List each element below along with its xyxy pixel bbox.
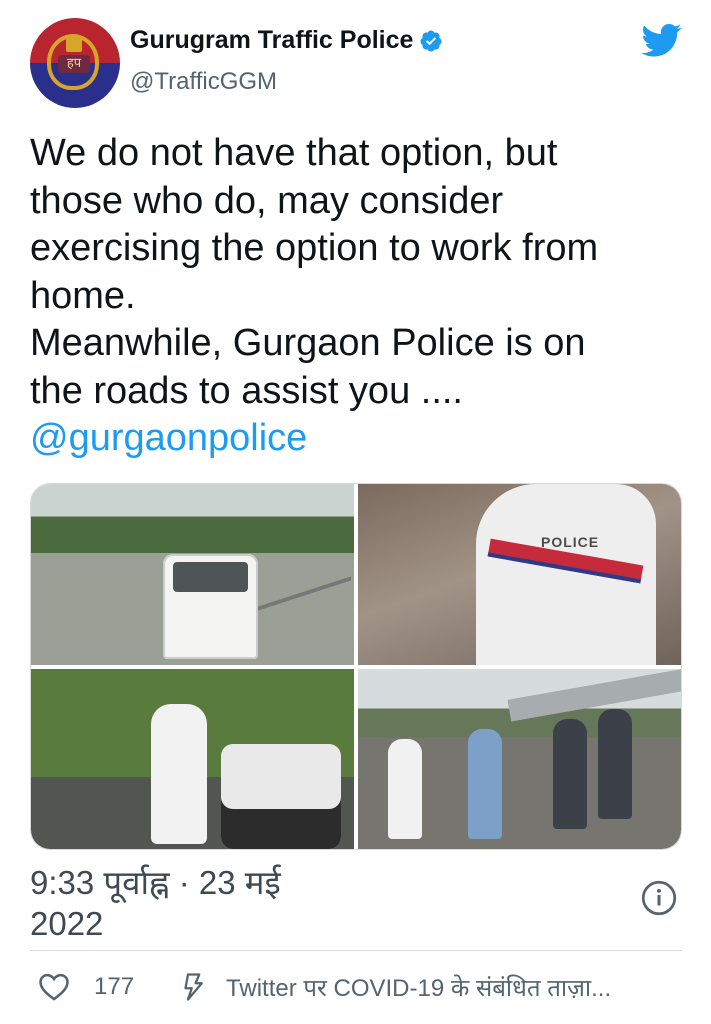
photo-tractor-assist[interactable] xyxy=(31,668,354,849)
tweet-text: We do not have that option, but those wh… xyxy=(30,130,690,463)
photo-flyover xyxy=(507,668,681,721)
avatar-emblem-text: हप xyxy=(58,55,90,73)
photo-tractor xyxy=(221,743,341,849)
timestamp-line-1: 9:33 पूर्वाह्न · 23 मई xyxy=(30,864,281,901)
lightning-icon[interactable] xyxy=(178,969,208,1005)
photo-police-in-water[interactable]: POLICE xyxy=(358,484,681,665)
tweet-header: हप Gurugram Traffic Police @TrafficGGM xyxy=(30,18,685,108)
verified-badge-icon xyxy=(420,30,442,52)
avatar-emblem-crest xyxy=(66,36,82,52)
photo-flooded-road[interactable] xyxy=(31,484,354,665)
display-name[interactable]: Gurugram Traffic Police xyxy=(130,26,413,55)
photo-officer xyxy=(151,703,207,844)
handle[interactable]: @TrafficGGM xyxy=(130,68,277,96)
photo-person xyxy=(553,718,587,829)
timestamp-line-2: 2022 xyxy=(30,905,104,942)
mention-link[interactable]: @gurgaonpolice xyxy=(30,415,690,463)
like-count[interactable]: 177 xyxy=(94,973,134,1001)
covid-info-link[interactable]: Twitter पर COVID-19 के संबंधित ताज़ा... xyxy=(226,971,611,1004)
tweet-body: We do not have that option, but those wh… xyxy=(30,132,599,412)
name-row: Gurugram Traffic Police xyxy=(130,26,443,55)
photo-person xyxy=(388,738,422,839)
photo-person xyxy=(598,708,632,819)
media-grid[interactable]: POLICE xyxy=(30,483,682,850)
photo-person xyxy=(468,728,502,839)
timestamp[interactable]: 9:33 पूर्वाह्न · 23 मई 2022 xyxy=(30,862,390,944)
action-bar: 177 Twitter पर COVID-19 के संबंधित ताज़ा… xyxy=(30,965,690,1009)
avatar[interactable]: हप xyxy=(30,18,120,108)
twitter-bird-icon[interactable] xyxy=(639,20,685,60)
heart-icon[interactable] xyxy=(36,970,72,1004)
photo-white-van xyxy=(163,554,258,659)
photo-police-label: POLICE xyxy=(541,534,600,550)
divider xyxy=(30,950,682,951)
info-icon[interactable] xyxy=(641,880,677,916)
photo-waterlogged-street[interactable] xyxy=(358,668,681,849)
